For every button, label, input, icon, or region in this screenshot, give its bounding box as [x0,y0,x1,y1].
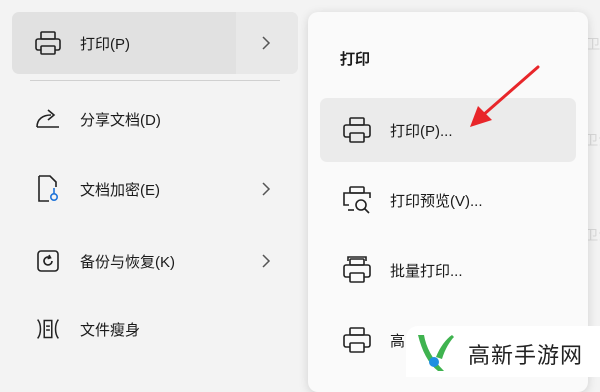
menu-item-file-slim[interactable]: 文件瘦身 [12,298,298,360]
menu-item-backup-restore[interactable]: 备份与恢复(K) [12,230,298,292]
submenu-item-label: 高 [390,332,406,350]
batch-print-icon [340,253,374,287]
submenu-item-batch-print[interactable]: 批量打印... [320,238,576,302]
menu-item-document-encrypt[interactable]: 文档加密(E) [12,158,298,220]
menu-item-label: 打印(P) [80,35,130,53]
site-logo [418,335,454,371]
menu-item-label: 文档加密(E) [80,181,160,199]
file-menu: 打印(P) 分享文档(D) 文档加密(E) 备份与恢复(K) 文件瘦身 [0,0,312,377]
submenu-item-label: 打印预览(V)... [390,192,483,210]
backup-restore-icon [32,245,64,277]
submenu-item-label: 批量打印... [390,262,463,280]
submenu-item-label: 打印(P)... [390,122,453,140]
menu-item-share-document[interactable]: 分享文档(D) [12,88,298,150]
site-name: 高新手游网 [468,343,584,368]
site-badge: 高新手游网 [406,326,600,377]
file-slim-icon [32,313,64,345]
chevron-right-icon [258,253,274,269]
document-lock-icon [32,173,64,205]
menu-item-label: 分享文档(D) [80,111,161,129]
printer-icon [340,323,374,357]
printer-icon [340,113,374,147]
submenu-title: 打印 [340,51,371,68]
menu-item-label: 文件瘦身 [80,321,141,339]
menu-item-label: 备份与恢复(K) [80,253,175,271]
share-icon [32,103,64,135]
submenu-item-print-preview[interactable]: 打印预览(V)... [320,168,576,232]
print-preview-icon [340,183,374,217]
submenu-item-print[interactable]: 打印(P)... [320,98,576,162]
printer-icon [32,27,64,59]
chevron-right-icon [258,181,274,197]
menu-item-print[interactable]: 打印(P) [12,12,298,74]
menu-divider [30,80,280,81]
chevron-right-icon [258,35,274,51]
